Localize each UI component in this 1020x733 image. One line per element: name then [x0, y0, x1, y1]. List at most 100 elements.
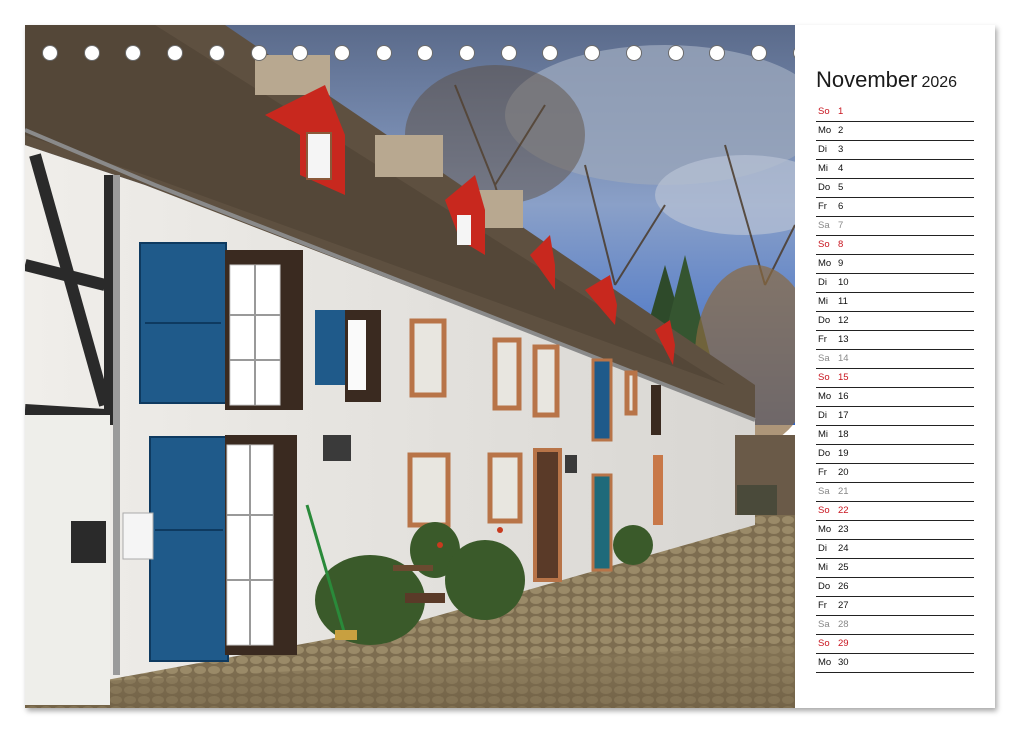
day-row: Sa 21: [816, 483, 974, 502]
day-row: So 29: [816, 635, 974, 654]
day-number: 18: [838, 429, 849, 440]
day-number: 13: [838, 334, 849, 345]
day-row: Do 26: [816, 578, 974, 597]
day-row: Mi 18: [816, 426, 974, 445]
day-name: Di: [818, 410, 827, 421]
day-row: Mo 23: [816, 521, 974, 540]
day-name: Fr: [818, 467, 827, 478]
day-name: Di: [818, 277, 827, 288]
day-number: 27: [838, 600, 849, 611]
binding-hole: [83, 45, 100, 61]
binding-hole: [625, 45, 642, 61]
day-name: So: [818, 372, 830, 383]
day-number: 30: [838, 657, 849, 668]
day-list: So 1 Mo 2 Di 3 Mi 4 Do 5 Fr 6 Sa 7 So 8 Mo 9 Di 10 Mi 11 Do 12 F…: [816, 103, 974, 673]
day-number: 5: [838, 182, 844, 193]
day-row: Fr 6: [816, 198, 974, 217]
binding-hole: [750, 45, 767, 61]
day-name: Fr: [818, 600, 827, 611]
binding-hole: [709, 45, 726, 61]
day-number: 4: [838, 163, 844, 174]
calendar-panel: November 2026 So 1 Mo 2 Di 3 Mi 4 Do 5 Fr 6 Sa 7 So 8 Mo 9…: [795, 25, 995, 708]
day-row: Mo 9: [816, 255, 974, 274]
day-name: Sa: [818, 486, 830, 497]
day-number: 6: [838, 201, 844, 212]
day-row: Do 19: [816, 445, 974, 464]
day-row: Di 17: [816, 407, 974, 426]
binding-hole: [292, 45, 309, 61]
day-number: 19: [838, 448, 849, 459]
binding-hole: [42, 45, 58, 61]
day-name: Do: [818, 448, 831, 459]
day-number: 2: [838, 125, 844, 136]
day-number: 25: [838, 562, 849, 573]
day-name: Mo: [818, 657, 832, 668]
binding-hole: [250, 45, 267, 61]
day-name: Sa: [818, 353, 830, 364]
day-number: 23: [838, 524, 849, 535]
day-name: Mi: [818, 163, 829, 174]
binding-hole: [333, 45, 350, 61]
day-name: Di: [818, 543, 827, 554]
day-name: So: [818, 239, 830, 250]
day-name: So: [818, 106, 830, 117]
day-row: Do 5: [816, 179, 974, 198]
day-number: 8: [838, 239, 844, 250]
binding-hole: [459, 45, 475, 61]
village-street-photo: [25, 25, 795, 708]
day-name: Fr: [818, 201, 827, 212]
binding-hole: [375, 45, 392, 61]
binding-hole: [500, 45, 517, 61]
day-name: Mo: [818, 125, 832, 136]
day-row: Di 10: [816, 274, 974, 293]
day-row: Mo 16: [816, 388, 974, 407]
day-row: Mi 25: [816, 559, 974, 578]
binding-hole: [125, 45, 142, 61]
day-name: Mo: [818, 391, 832, 402]
day-name: Mi: [818, 296, 829, 307]
binding-hole: [584, 45, 601, 61]
day-row: Fr 20: [816, 464, 974, 483]
day-number: 21: [838, 486, 849, 497]
day-number: 20: [838, 467, 849, 478]
day-number: 22: [838, 505, 849, 516]
day-number: 26: [838, 581, 849, 592]
binding-hole: [667, 45, 684, 61]
photo-illustration: [25, 25, 795, 708]
day-name: Do: [818, 315, 831, 326]
day-row: Mi 11: [816, 293, 974, 312]
day-name: Sa: [818, 220, 830, 231]
day-row: Fr 27: [816, 597, 974, 616]
day-name: Do: [818, 182, 831, 193]
binding-hole: [167, 45, 184, 61]
day-row: Fr 13: [816, 331, 974, 350]
day-row: So 8: [816, 236, 974, 255]
day-name: So: [818, 505, 830, 516]
day-number: 29: [838, 638, 849, 649]
day-name: Mi: [818, 429, 829, 440]
day-row: Sa 7: [816, 217, 974, 236]
day-number: 17: [838, 410, 849, 421]
day-name: Mi: [818, 562, 829, 573]
day-row: Do 12: [816, 312, 974, 331]
day-row: Di 24: [816, 540, 974, 559]
day-number: 11: [838, 296, 848, 307]
day-row: So 15: [816, 369, 974, 388]
day-row: So 1: [816, 103, 974, 122]
day-number: 3: [838, 144, 844, 155]
binding-hole: [542, 45, 559, 61]
binding-hole: [417, 45, 434, 61]
month-header: November 2026: [816, 67, 957, 93]
day-name: Mo: [818, 524, 832, 535]
day-number: 16: [838, 391, 849, 402]
binding-hole: [208, 45, 225, 61]
day-number: 15: [838, 372, 849, 383]
calendar-sheet: November 2026 So 1 Mo 2 Di 3 Mi 4 Do 5 Fr 6 Sa 7 So 8 Mo 9…: [25, 25, 995, 708]
day-number: 12: [838, 315, 849, 326]
day-name: Sa: [818, 619, 830, 630]
day-row: Mo 2: [816, 122, 974, 141]
day-name: Do: [818, 581, 831, 592]
day-name: Mo: [818, 258, 832, 269]
day-row: Di 3: [816, 141, 974, 160]
day-number: 24: [838, 543, 849, 554]
